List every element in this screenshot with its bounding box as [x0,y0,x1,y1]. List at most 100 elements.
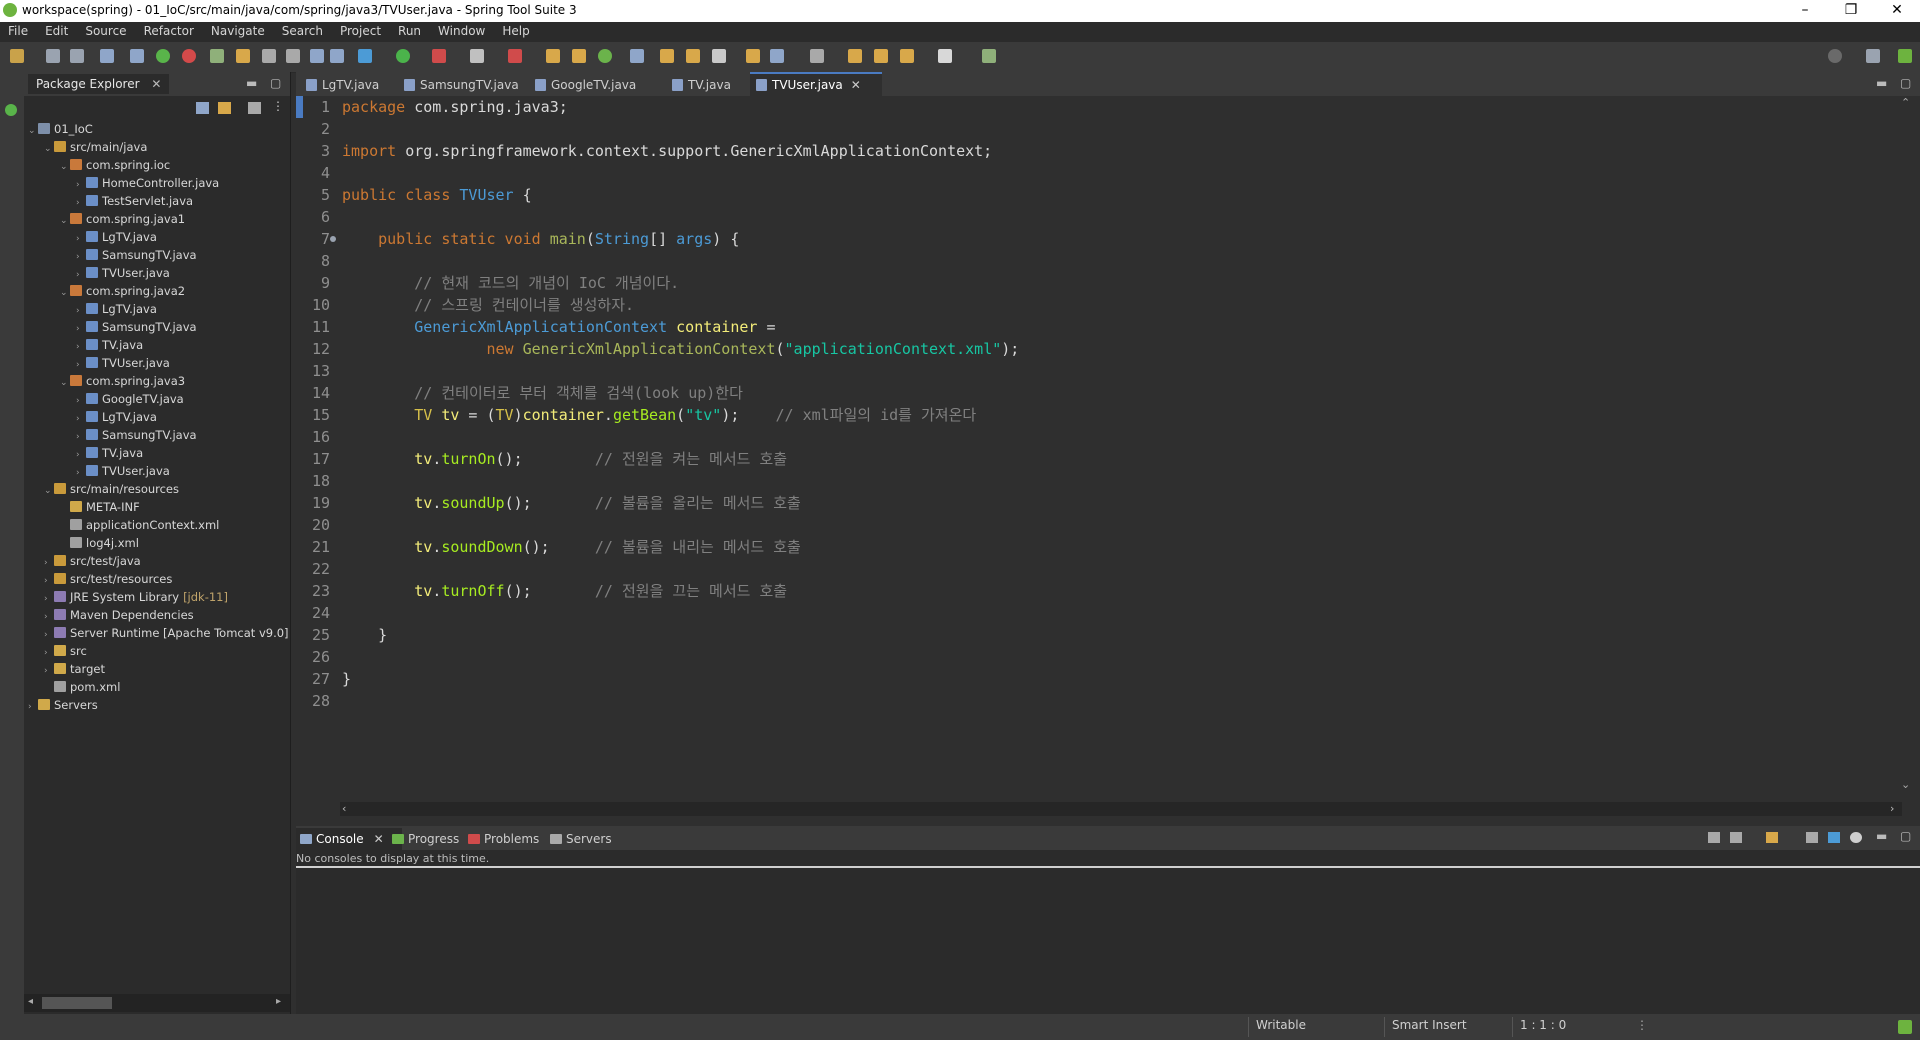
menu-search[interactable]: Search [274,22,332,38]
tree-item[interactable]: › TVUser.java [76,354,170,372]
minimize-button[interactable]: – [1782,0,1828,22]
open-console-icon[interactable] [1766,832,1778,843]
save-all-icon[interactable] [70,49,84,63]
code-area[interactable]: package com.spring.java3; import org.spri… [342,96,1892,796]
menu-run[interactable]: Run [390,22,430,38]
tree-item[interactable]: › SamsungTV.java [76,318,197,336]
forward-icon[interactable] [938,49,952,63]
pilcrow-icon[interactable] [330,49,344,63]
open-task-icon[interactable] [660,49,674,63]
view-menu-icon[interactable]: ⋮ [272,99,284,113]
scroll-down-icon[interactable]: ⌄ [1901,778,1910,791]
tree-item[interactable]: ⌄ com.spring.java3 [60,372,185,390]
menu-source[interactable]: Source [77,22,135,38]
tree-item[interactable]: › target [44,660,105,678]
maximize-editor-icon[interactable]: ▢ [1900,76,1911,90]
tree-item[interactable]: ⌄ 01_IoC [28,120,93,138]
coverage-icon[interactable] [508,49,522,63]
editor-hscrollbar[interactable]: ‹ › [340,802,1902,816]
toggle-icon[interactable] [262,49,276,63]
close-icon[interactable]: ✕ [851,78,861,92]
menu-edit[interactable]: Edit [37,22,77,38]
tree-item[interactable]: › TV.java [76,336,143,354]
menu-file[interactable]: File [0,22,37,38]
minimize-view-icon[interactable]: ▬ [246,76,257,90]
collapse-chevron-icon[interactable]: ⌄ [28,122,38,140]
open-type-icon[interactable] [630,49,644,63]
scroll-right-icon[interactable]: › [1890,802,1894,815]
tree-item[interactable]: ⌄ com.spring.ioc [60,156,170,174]
menu-window[interactable]: Window [430,22,494,38]
next-annotation-icon[interactable] [770,49,784,63]
spring-dashboard-icon[interactable] [182,49,196,63]
spring-boot-dashboard-icon[interactable] [5,104,17,116]
prev-annotation-icon[interactable] [810,49,824,63]
new-package-icon[interactable] [572,49,586,63]
back-history-icon[interactable] [900,49,914,63]
run-icon[interactable] [396,49,410,63]
clear-console-icon[interactable] [1708,832,1720,843]
status-menu-icon[interactable]: ⋮ [1636,1018,1648,1032]
collapse-all-icon[interactable] [196,102,209,114]
restore-button[interactable]: ❐ [1828,0,1874,22]
tab-tvuser-java[interactable]: TVUser.java ✕ [750,72,882,98]
collapse-chevron-icon[interactable]: ⌄ [60,374,70,392]
tree-item[interactable]: pom.xml [44,678,120,696]
scroll-thumb[interactable] [42,997,112,1009]
maximize-view-icon[interactable]: ▢ [270,76,281,90]
search-toolbar-icon[interactable] [686,49,700,63]
debug-icon[interactable] [358,49,372,63]
scroll-up-icon[interactable]: ⌃ [1901,96,1910,109]
spring-perspective-icon[interactable] [1898,49,1912,63]
annotation-icon[interactable] [746,49,760,63]
search-icon[interactable] [1828,49,1842,63]
new-icon[interactable] [10,49,24,63]
menu-help[interactable]: Help [494,22,538,38]
last-edit-icon[interactable] [848,49,862,63]
new-class-icon[interactable] [598,49,612,63]
tree-item[interactable]: › Servers [28,696,98,714]
block-selection-icon[interactable] [286,49,300,63]
collapse-chevron-icon[interactable]: ⌄ [60,212,70,230]
collapse-chevron-icon[interactable]: ⌄ [44,482,54,500]
skip-breakpoints-icon[interactable] [130,49,144,63]
pin-editor-icon[interactable] [982,49,996,63]
collapse-chevron-icon[interactable]: ⌄ [44,140,54,158]
tree-item[interactable]: ⌄ src/main/resources [44,480,179,498]
tree-item[interactable]: log4j.xml [60,534,139,552]
tree-item[interactable]: › TVUser.java [76,264,170,282]
tree-item[interactable]: › LgTV.java [76,300,157,318]
tab-lgtv-java[interactable]: LgTV.java [300,74,404,96]
explorer-hscrollbar[interactable]: ◂ ▸ [24,994,290,1012]
expand-chevron-icon[interactable]: › [28,698,38,716]
tree-item[interactable]: ⌄ com.spring.java1 [60,210,185,228]
editor-vscrollbar[interactable]: ⌃ ⌄ [1898,96,1916,796]
copy-icon[interactable] [1806,832,1818,843]
tab-package-explorer[interactable]: Package Explorer ✕ [28,74,170,94]
notification-icon[interactable] [1898,1020,1912,1034]
toggle-mark-icon[interactable] [210,49,224,63]
word-wrap-icon[interactable] [1828,832,1840,843]
tree-item[interactable]: › src [44,642,87,660]
display-console-icon[interactable] [1730,832,1742,843]
link-with-editor-icon[interactable] [218,102,231,114]
tree-item[interactable]: › Maven Dependencies [44,606,194,624]
brush-icon[interactable] [712,49,726,63]
collapse-chevron-icon[interactable]: ⌄ [60,158,70,176]
menu-refactor[interactable]: Refactor [136,22,203,38]
tab-servers[interactable]: Servers [546,828,632,850]
show-whitespace-icon[interactable] [310,49,324,63]
tree-item[interactable]: › SamsungTV.java [76,246,197,264]
collapse-chevron-icon[interactable]: ⌄ [60,284,70,302]
tree-item[interactable]: › JRE System Library [jdk-11] [44,588,228,606]
scroll-left-icon[interactable]: ‹ [342,802,346,815]
back-icon[interactable] [874,49,888,63]
tree-item[interactable]: META-INF [60,498,140,516]
tree-item[interactable]: › LgTV.java [76,408,157,426]
tree-item[interactable]: › GoogleTV.java [76,390,184,408]
external-tools-icon[interactable] [432,49,446,63]
scroll-right-icon[interactable]: ▸ [276,996,281,1007]
tree-item[interactable]: › TestServlet.java [76,192,193,210]
tree-item[interactable]: ⌄ com.spring.java2 [60,282,185,300]
stop-icon[interactable] [470,49,484,63]
